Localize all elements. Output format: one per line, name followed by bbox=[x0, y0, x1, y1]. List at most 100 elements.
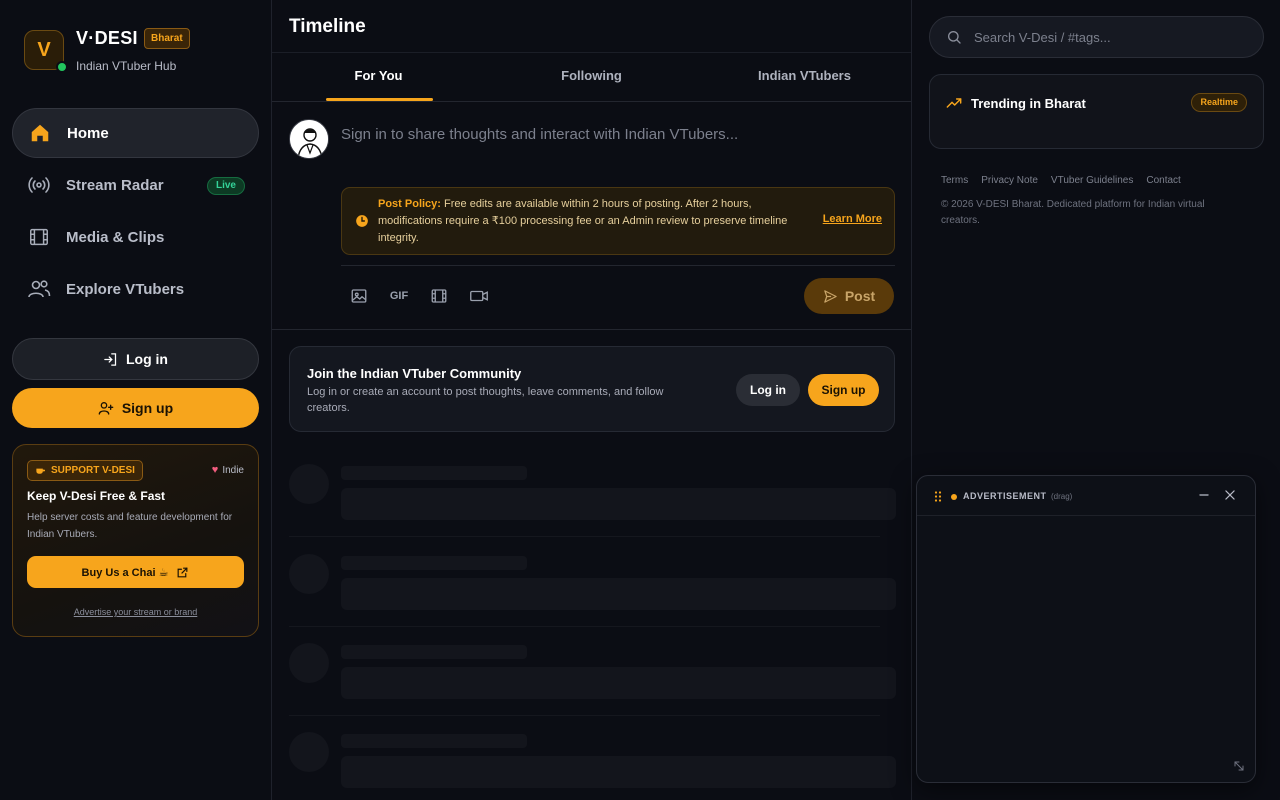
skeleton-line bbox=[341, 466, 527, 480]
timeline-header: Timeline bbox=[272, 0, 911, 53]
footer-link-guidelines[interactable]: VTuber Guidelines bbox=[1051, 175, 1133, 186]
skeleton-block bbox=[341, 578, 896, 610]
skeleton-post bbox=[289, 554, 896, 644]
tab-following[interactable]: Following bbox=[485, 53, 698, 101]
post-policy-text: Post Policy: Free edits are available wi… bbox=[378, 196, 790, 247]
footer-link-contact[interactable]: Contact bbox=[1146, 175, 1180, 186]
nav-item-label: Stream Radar bbox=[66, 176, 164, 194]
login-label: Log in bbox=[126, 351, 168, 367]
skeleton-separator bbox=[289, 626, 880, 627]
film-icon bbox=[26, 224, 52, 250]
support-description: Help server costs and feature developmen… bbox=[27, 512, 233, 540]
join-title: Join the Indian VTuber Community bbox=[307, 366, 522, 381]
search-input[interactable]: Search V-Desi / #tags... bbox=[974, 30, 1111, 45]
join-community-card: Join the Indian VTuber Community Log in … bbox=[289, 346, 895, 432]
search-icon bbox=[946, 29, 962, 45]
minimize-icon[interactable] bbox=[1197, 488, 1211, 502]
nav-item-label: Home bbox=[67, 124, 109, 142]
tab-for-you[interactable]: For You bbox=[272, 53, 485, 101]
brand[interactable]: V V·DESI Bharat Indian VTuber Hub bbox=[24, 28, 264, 78]
radar-icon bbox=[26, 172, 52, 198]
skeleton-post bbox=[289, 732, 896, 800]
trending-title-text: Trending in Bharat bbox=[971, 95, 1086, 111]
skeleton-separator bbox=[289, 536, 880, 537]
nav-item-stream-radar[interactable]: Stream Radar Live bbox=[12, 160, 259, 210]
drag-handle-icon[interactable] bbox=[934, 491, 942, 502]
support-card: SUPPORT V-DESI ♥ Indie Keep V-Desi Free … bbox=[12, 444, 259, 637]
avatar bbox=[289, 119, 329, 159]
skeleton-avatar bbox=[289, 464, 329, 504]
status-dot bbox=[951, 494, 957, 500]
policy-label: Post Policy: bbox=[378, 198, 441, 210]
advertise-link[interactable]: Advertise your stream or brand bbox=[13, 607, 258, 617]
footer-link-terms[interactable]: Terms bbox=[941, 175, 968, 186]
search-box[interactable]: Search V-Desi / #tags... bbox=[929, 16, 1264, 58]
online-status-dot bbox=[56, 61, 68, 73]
buy-chai-label: Buy Us a Chai ☕ bbox=[81, 566, 169, 579]
advertisement-widget[interactable]: ADVERTISEMENT (drag) bbox=[916, 475, 1256, 783]
users-icon bbox=[26, 276, 52, 302]
skeleton-block bbox=[341, 488, 896, 520]
login-icon bbox=[103, 352, 118, 367]
timeline-tabs: For You Following Indian VTubers bbox=[272, 53, 911, 102]
footer-links: Terms Privacy Note VTuber Guidelines Con… bbox=[941, 175, 1181, 186]
skeleton-block bbox=[341, 756, 896, 788]
join-login-button[interactable]: Log in bbox=[736, 374, 800, 406]
nav-item-home[interactable]: Home bbox=[12, 108, 259, 158]
main-nav: Home Stream Radar Live Media & Clips Exp… bbox=[12, 108, 259, 316]
tab-indian-vtubers[interactable]: Indian VTubers bbox=[698, 53, 911, 101]
skeleton-line bbox=[341, 556, 527, 570]
signup-label: Sign up bbox=[121, 400, 174, 416]
signup-button[interactable]: Sign up bbox=[12, 388, 259, 428]
clock-icon bbox=[355, 214, 369, 228]
brand-badge: Bharat bbox=[144, 28, 190, 49]
login-button[interactable]: Log in bbox=[12, 338, 259, 380]
video-icon[interactable] bbox=[468, 285, 490, 307]
skeleton-post bbox=[289, 643, 896, 733]
left-sidebar: V V·DESI Bharat Indian VTuber Hub Home S… bbox=[0, 0, 272, 800]
home-icon bbox=[27, 120, 53, 146]
external-link-icon bbox=[176, 566, 189, 579]
nav-item-label: Explore VTubers bbox=[66, 280, 185, 298]
post-composer: Sign in to share thoughts and interact w… bbox=[272, 102, 911, 330]
join-signup-button[interactable]: Sign up bbox=[808, 374, 879, 406]
resize-icon[interactable] bbox=[1233, 760, 1245, 772]
image-icon[interactable] bbox=[348, 285, 370, 307]
skeleton-avatar bbox=[289, 643, 329, 683]
post-policy-notice: Post Policy: Free edits are available wi… bbox=[341, 187, 895, 255]
gif-button[interactable]: GIF bbox=[388, 285, 410, 307]
skeleton-line bbox=[341, 734, 527, 748]
support-title: Keep V-Desi Free & Fast bbox=[27, 489, 166, 503]
brand-name: V·DESI bbox=[76, 28, 138, 48]
support-tag: SUPPORT V-DESI bbox=[27, 460, 143, 481]
post-input[interactable]: Sign in to share thoughts and interact w… bbox=[341, 126, 881, 143]
post-label: Post bbox=[844, 288, 876, 304]
footer-link-privacy[interactable]: Privacy Note bbox=[981, 175, 1038, 186]
post-button[interactable]: Post bbox=[804, 278, 894, 314]
close-icon[interactable] bbox=[1223, 488, 1237, 502]
skeleton-line bbox=[341, 645, 527, 659]
trending-title: Trending in Bharat bbox=[946, 95, 1086, 111]
skeleton-separator bbox=[289, 715, 880, 716]
send-icon bbox=[823, 289, 838, 304]
film-icon[interactable] bbox=[428, 285, 450, 307]
skeleton-post bbox=[289, 464, 896, 554]
copyright: © 2026 V-DESI Bharat. Dedicated platform… bbox=[941, 199, 1205, 226]
realtime-badge: Realtime bbox=[1191, 93, 1247, 112]
trending-up-icon bbox=[946, 95, 962, 111]
add-user-icon bbox=[98, 400, 114, 416]
nav-item-media-clips[interactable]: Media & Clips bbox=[12, 212, 259, 262]
learn-more-link[interactable]: Learn More bbox=[823, 213, 882, 225]
skeleton-avatar bbox=[289, 554, 329, 594]
brand-subtitle: Indian VTuber Hub bbox=[76, 59, 177, 73]
indie-text: Indie bbox=[222, 464, 244, 476]
timeline-column: Timeline For You Following Indian VTuber… bbox=[272, 0, 912, 800]
advertisement-header[interactable]: ADVERTISEMENT (drag) bbox=[917, 476, 1255, 516]
skeleton-block bbox=[341, 667, 896, 699]
buy-chai-button[interactable]: Buy Us a Chai ☕ bbox=[27, 556, 244, 588]
media-toolbar: GIF bbox=[348, 285, 490, 307]
nav-item-label: Media & Clips bbox=[66, 228, 165, 246]
advertisement-label: ADVERTISEMENT bbox=[963, 491, 1047, 501]
composer-divider bbox=[341, 265, 895, 266]
nav-item-explore-vtubers[interactable]: Explore VTubers bbox=[12, 264, 259, 314]
